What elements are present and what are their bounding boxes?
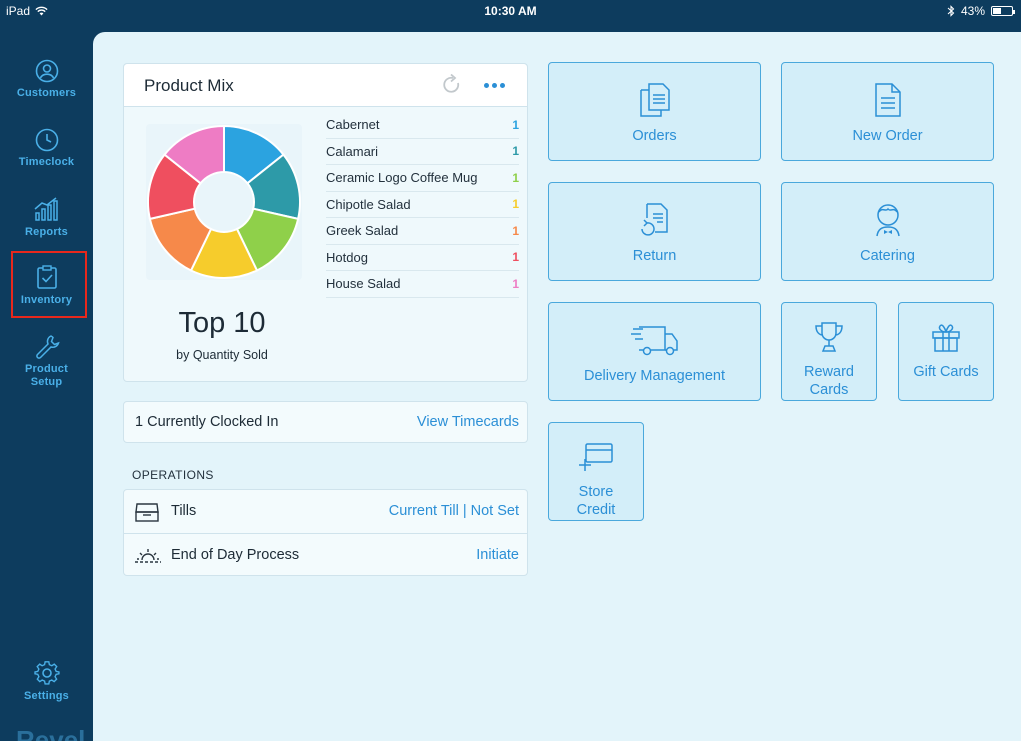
sidebar-item-label: Customers	[16, 87, 77, 99]
wrench-icon	[35, 335, 60, 359]
product-mix-row: Chipotle Salad 1	[326, 192, 519, 218]
return-tile[interactable]: Return	[548, 182, 761, 281]
sidebar-item-label: Timeclock	[18, 156, 75, 168]
product-mix-row: Ceramic Logo Coffee Mug 1	[326, 165, 519, 192]
sidebar-item-label: Settings	[24, 690, 69, 702]
product-quantity: 1	[512, 250, 519, 265]
reward-cards-tile[interactable]: Reward Cards	[781, 302, 877, 401]
product-name: Chipotle Salad	[326, 196, 411, 212]
clocked-in-text: 1 Currently Clocked In	[135, 414, 279, 430]
main-dashboard: Product Mix Top 10 by Quantity Sold Cabe…	[93, 32, 1021, 741]
new-order-icon	[874, 83, 901, 117]
sidebar-item-timeclock[interactable]: Timeclock	[0, 128, 93, 168]
catering-tile[interactable]: Catering	[781, 182, 994, 281]
status-bar: iPad 10:30 AM 43%	[0, 0, 1021, 22]
product-mix-row: Cabernet 1	[326, 112, 519, 139]
product-mix-header: Product Mix	[124, 64, 527, 107]
tile-label: Orders	[632, 128, 677, 144]
product-quantity: 1	[512, 117, 519, 132]
till-drawer-icon	[135, 503, 159, 522]
delivery-management-tile[interactable]: Delivery Management	[548, 302, 761, 401]
operations-label: OPERATIONS	[132, 468, 214, 482]
store-credit-tile[interactable]: Store Credit	[548, 422, 644, 521]
orders-tile[interactable]: Orders	[548, 62, 761, 161]
brand-logo: Revel	[16, 726, 86, 741]
return-icon	[640, 203, 668, 236]
product-mix-row: Greek Salad 1	[326, 218, 519, 245]
sidebar-item-label: Product Setup	[25, 363, 68, 388]
initiate-link[interactable]: Initiate	[476, 547, 519, 563]
ops-row-label: End of Day Process	[171, 547, 300, 563]
orders-icon	[639, 83, 670, 117]
product-mix-donut	[146, 124, 302, 280]
ops-row-end-of-day[interactable]: End of Day Process Initiate	[124, 533, 527, 576]
product-quantity: 1	[512, 223, 519, 238]
product-name: House Salad	[326, 276, 401, 292]
tile-label: New Order	[852, 128, 923, 144]
sidebar: Customers Timeclock Reports Inventory Pr	[0, 22, 93, 741]
product-mix-row: Calamari 1	[326, 139, 519, 165]
sidebar-item-reports[interactable]: Reports	[0, 196, 93, 238]
product-quantity: 1	[512, 197, 519, 212]
sunset-icon	[135, 549, 161, 563]
product-name: Greek Salad	[326, 223, 399, 239]
clipboard-check-icon	[36, 265, 57, 289]
sidebar-item-label: Inventory	[20, 294, 73, 306]
gift-icon	[932, 324, 960, 352]
more-options-icon[interactable]	[484, 83, 505, 88]
battery-percent: 43%	[960, 4, 985, 18]
product-quantity: 1	[512, 144, 519, 159]
clock-time: 10:30 AM	[484, 4, 537, 18]
sidebar-item-label: Reports	[25, 226, 68, 238]
tile-label: Catering	[860, 248, 915, 264]
sidebar-item-customers[interactable]: Customers	[0, 59, 93, 99]
view-timecards-link[interactable]: View Timecards	[417, 414, 519, 430]
tile-label: Store	[578, 484, 614, 500]
product-name: Cabernet	[326, 117, 380, 133]
product-mix-title: Product Mix	[144, 76, 234, 95]
battery-fill	[993, 8, 1001, 14]
top10-headline: Top 10	[178, 307, 266, 339]
product-mix-card: Product Mix Top 10 by Quantity Sold Cabe…	[123, 63, 528, 382]
sidebar-item-inventory[interactable]: Inventory	[0, 265, 93, 306]
tile-label: Gift Cards	[913, 364, 979, 380]
bar-chart-icon	[34, 197, 58, 221]
refresh-icon[interactable]	[442, 74, 462, 96]
gear-icon	[33, 661, 60, 685]
product-quantity: 1	[512, 276, 519, 291]
current-till-link[interactable]: Current Till | Not Set	[389, 503, 519, 519]
product-mix-list: Cabernet 1 Calamari 1 Ceramic Logo Coffee Mu…	[326, 112, 519, 298]
tile-label: Delivery Management	[583, 368, 726, 384]
product-name: Calamari	[326, 143, 379, 159]
product-name: Hotdog	[326, 249, 368, 265]
product-mix-row: Hotdog 1	[326, 245, 519, 271]
tile-label: Reward	[804, 364, 854, 380]
gift-cards-tile[interactable]: Gift Cards	[898, 302, 994, 401]
operations-card: Tills Current Till | Not Set End of Day …	[123, 489, 528, 576]
chef-icon	[875, 204, 900, 237]
new-order-tile[interactable]: New Order	[781, 62, 994, 161]
trophy-icon	[815, 322, 843, 352]
bluetooth-icon	[947, 5, 955, 17]
product-name: Ceramic Logo Coffee Mug	[326, 170, 478, 186]
clock-icon	[35, 128, 58, 152]
delivery-truck-icon	[630, 326, 678, 356]
battery-icon	[991, 6, 1015, 16]
ops-row-label: Tills	[171, 503, 197, 519]
tile-label: Cards	[809, 382, 849, 398]
store-credit-icon	[579, 443, 613, 471]
tile-label: Credit	[576, 502, 616, 518]
sidebar-item-product-setup[interactable]: Product Setup	[0, 333, 93, 389]
ops-row-tills[interactable]: Tills Current Till | Not Set	[124, 490, 527, 533]
tile-label: Return	[632, 248, 677, 264]
product-quantity: 1	[512, 170, 519, 185]
user-circle-icon	[35, 59, 58, 83]
product-mix-row: House Salad 1	[326, 271, 519, 298]
clocked-in-card: 1 Currently Clocked In View Timecards	[123, 401, 528, 443]
sidebar-item-settings[interactable]: Settings	[0, 660, 93, 702]
top10-subheadline: by Quantity Sold	[176, 348, 268, 362]
